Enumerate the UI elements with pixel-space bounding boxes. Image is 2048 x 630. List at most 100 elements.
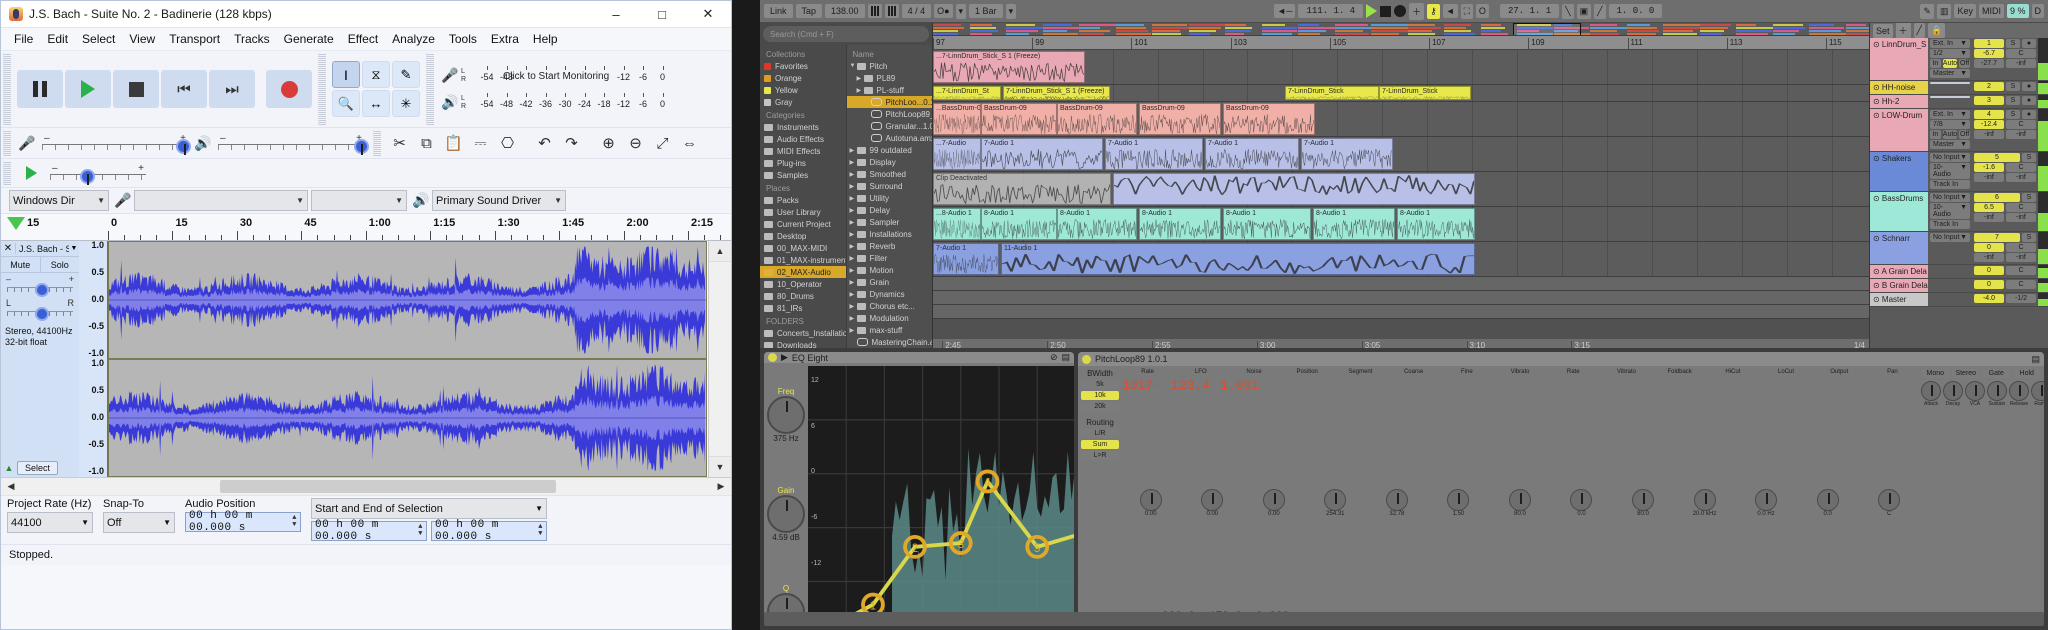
arrangement-clip[interactable]: 7-Audio 1	[981, 138, 1103, 170]
browser-item-user-library[interactable]: User Library	[760, 206, 846, 218]
midi-assign-button[interactable]: MIDI	[1979, 4, 2004, 18]
pl-knob[interactable]	[1447, 489, 1469, 511]
arrangement-clip[interactable]: 11-Audio 1	[1001, 243, 1475, 275]
pl-routing-LR[interactable]: L/R	[1081, 429, 1119, 438]
pl-hold-button[interactable]: Hold	[2013, 369, 2042, 378]
browser-item-favorites[interactable]: Favorites	[760, 60, 846, 72]
trim-audio-button[interactable]: ⎓	[467, 129, 494, 157]
arrangement-lane-linndrum-s[interactable]: ...7-LinnDrum_Stick_S 1 (Freeze)	[933, 50, 1869, 85]
punch-in-icon[interactable]: ◄─	[1274, 4, 1295, 18]
browser-content-item[interactable]: ▶ Chorus etc...	[847, 300, 933, 312]
select-button[interactable]: Select	[17, 461, 58, 475]
mixer-output-select[interactable]: 10-Audio ▼	[1930, 203, 1970, 219]
arrangement-lane-bassdrums[interactable]: ...8-Audio 1 8-Audio 1 8-Audio 1 8-Audio 18…	[933, 207, 1869, 242]
arrangement-clip[interactable]: ...7-Audio	[933, 138, 981, 170]
minimize-button[interactable]: –	[593, 1, 639, 27]
arrangement-clip[interactable]: 7-LinnDrum_Stick	[1285, 86, 1379, 100]
browser-content-item[interactable]: Autotuna.amxd	[847, 132, 933, 144]
pan-value[interactable]: -1/2	[2006, 294, 2036, 303]
zoom-out-button[interactable]: ⊖	[622, 129, 649, 157]
track-menu-dropdown[interactable]: ▼	[69, 245, 79, 252]
pl-env-knob[interactable]	[1965, 381, 1985, 401]
arrangement-clip[interactable]: 8-Audio 1	[1223, 208, 1311, 240]
arrangement-lane-low-drum[interactable]: ...7-Audio 7-Audio 1 7-Audio 1 7-Audio 1 7-A…	[933, 137, 1869, 172]
pinned-play-head-icon[interactable]	[7, 217, 25, 230]
arrangement-view[interactable]: 97 99 101 103 105 107 109 111 113 115 ...7-LinnDr…	[933, 23, 1869, 353]
gain-knob[interactable]	[35, 283, 49, 297]
browser-item-midi-effects[interactable]: MIDI Effects	[760, 145, 846, 157]
recording-device-select[interactable]: ▼	[134, 190, 308, 211]
mixer-track-low-drum[interactable]: ⊙ LOW-Drum Ext. In ▼ 7/8 ▼ In Auto Off Master ▼ 4 S…	[1870, 109, 2048, 152]
menu-item-generate[interactable]: Generate	[277, 30, 341, 48]
skip-to-start-button[interactable]: ⏮	[161, 70, 207, 108]
menu-item-select[interactable]: Select	[75, 30, 122, 48]
solo-button[interactable]: S	[2022, 233, 2036, 242]
pl-knob[interactable]	[1509, 489, 1531, 511]
arm-record-button[interactable]: ●	[2022, 82, 2036, 91]
pan-knob[interactable]	[35, 307, 49, 321]
pl-bwidth-10k[interactable]: 10k	[1081, 391, 1119, 400]
arrangement-clip[interactable]: BassDrum-09	[1139, 103, 1221, 135]
pencil-icon[interactable]: ✎	[1920, 4, 1934, 19]
solo-button[interactable]: S	[2022, 193, 2036, 202]
time-shift-tool[interactable]: ↔	[362, 90, 390, 117]
spinner-icon[interactable]: ▲ ▼	[538, 524, 543, 538]
selection-tool[interactable]: I	[332, 61, 360, 88]
mixer-track-name[interactable]: ⊙ Schnarr	[1870, 232, 1928, 264]
audio-host-select[interactable]: Windows Dir ▼	[9, 190, 109, 211]
browser-content-item[interactable]: ▶ max-stuff	[847, 324, 933, 336]
chevron-right-icon[interactable]: ▶	[850, 219, 857, 226]
mixer-track-number[interactable]: 3	[1974, 96, 2004, 105]
browser-item-81-irs[interactable]: 81_IRs	[760, 302, 846, 314]
toolbar-grip[interactable]	[3, 130, 11, 156]
arrangement-clip[interactable]: 8-Audio 1	[1313, 208, 1395, 240]
arrangement-clip[interactable]: 8-Audio 1	[981, 208, 1057, 240]
browser-content-item[interactable]: MasteringChain.adg	[847, 336, 933, 348]
mixer-track-number[interactable]: 5	[1974, 153, 2020, 162]
mixer-output-channel[interactable]: Track In	[1930, 220, 1970, 229]
chevron-right-icon[interactable]: ▶	[857, 75, 864, 82]
mixer-track-hh-noise[interactable]: ⊙ HH-noise 2 S ●	[1870, 81, 2048, 95]
quantization-chevron-icon[interactable]: ▾	[1006, 4, 1017, 19]
arm-record-button[interactable]: ●	[2022, 39, 2036, 48]
menu-item-view[interactable]: View	[122, 30, 162, 48]
volume-value[interactable]: -1.6	[1974, 163, 2004, 172]
mixer-track-schnarr[interactable]: ⊙ Schnarr No Input ▼ 7 S 0 C -inf -inf	[1870, 232, 2048, 265]
arrangement-tracks[interactable]: ...7-LinnDrum_Stick_S 1 (Freeze) ...7-Lin…	[933, 50, 1869, 319]
play-button[interactable]	[65, 70, 111, 108]
mixer-input-select[interactable]: Ext. In ▼	[1930, 39, 1970, 48]
pl-env-knob[interactable]	[1987, 381, 2007, 401]
arm-record-button[interactable]: ●	[2022, 96, 2036, 105]
pl-env-knob[interactable]	[1921, 381, 1941, 401]
selection-start-field[interactable]: 00 h 00 m 00.000 s ▲ ▼	[311, 521, 427, 541]
mixer-input-select[interactable]: Ext. In ▼	[1930, 110, 1970, 119]
copy-button[interactable]: ⧉	[413, 129, 440, 157]
key-map-icon[interactable]: ⚷	[1427, 4, 1440, 19]
arrangement-clip[interactable]: BassDrum-09	[981, 103, 1057, 135]
monitor-in-button[interactable]: In	[1930, 130, 1941, 139]
browser-content-item[interactable]: ▶ PL-stuff	[847, 84, 933, 96]
browser-content-item[interactable]: ▶ Delay	[847, 204, 933, 216]
arrangement-clip[interactable]: 8-Audio 1	[1397, 208, 1475, 240]
menu-item-effect[interactable]: Effect	[341, 30, 385, 48]
chevron-right-icon[interactable]: ▶	[850, 267, 857, 274]
send-value[interactable]: -inf	[2006, 213, 2036, 222]
slider-knob[interactable]	[80, 169, 95, 184]
mixer-input-select[interactable]: No Input ▼	[1930, 153, 1970, 162]
track-area[interactable]: ✕ J.S. Bach - S ▼ Mute Solo – + L R Ster…	[1, 241, 731, 477]
chevron-right-icon[interactable]: ▶	[850, 303, 857, 310]
device-expand-icon[interactable]: ▶	[781, 352, 788, 363]
mixer-track-number[interactable]: 7	[1974, 233, 2020, 242]
toolbar-grip[interactable]	[426, 53, 434, 125]
track-gain-slider[interactable]: – +	[5, 275, 75, 297]
arrangement-clip[interactable]: 7-Audio 1	[1205, 138, 1299, 170]
send-value[interactable]: -inf	[2006, 173, 2036, 182]
browser-item-gray[interactable]: Gray	[760, 96, 846, 108]
waveform-channel-left[interactable]	[108, 241, 707, 359]
monitor-off-button[interactable]: Off	[1959, 130, 1970, 139]
mixer-channel-select[interactable]: 7/8 ▼	[1930, 120, 1970, 129]
stop-button[interactable]	[113, 70, 159, 108]
mixer-track-name[interactable]: ⊙ Hh-2	[1870, 95, 1928, 108]
toolbar-grip[interactable]	[373, 130, 381, 156]
fade-in-icon[interactable]: ╲	[1562, 4, 1573, 19]
